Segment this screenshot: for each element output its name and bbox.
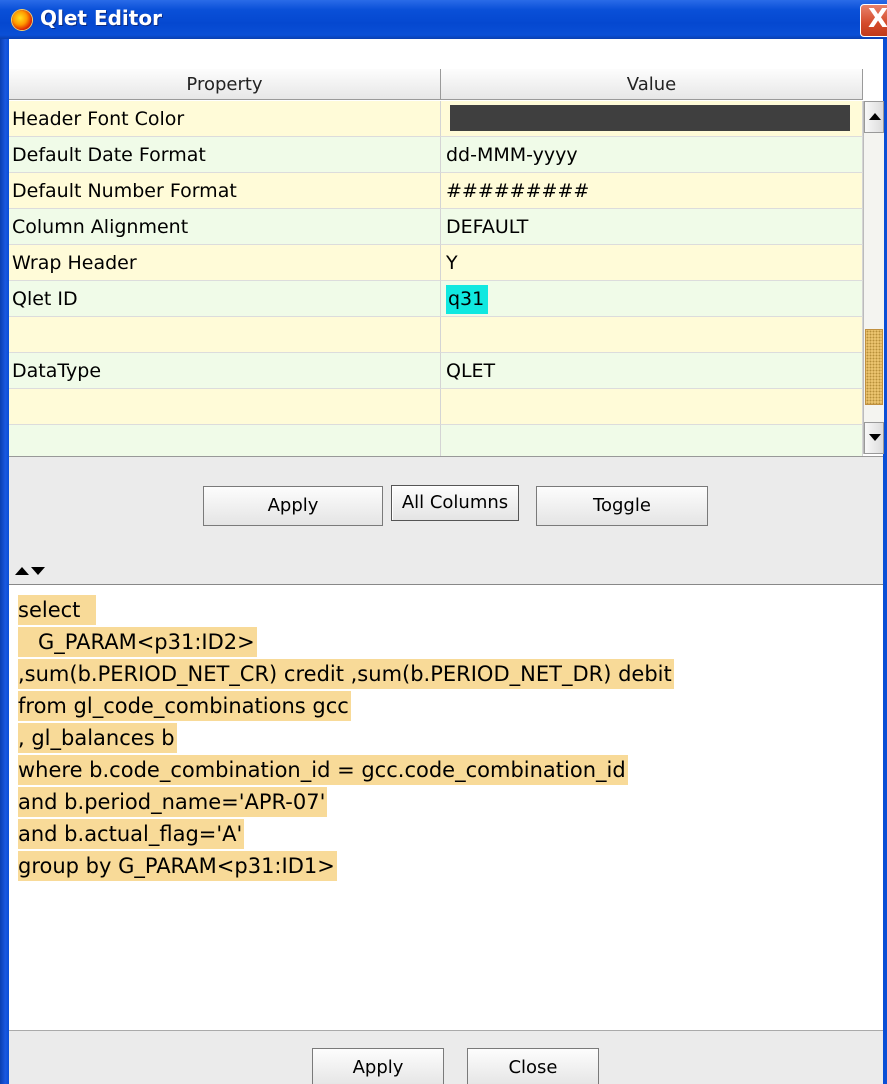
table-row[interactable] [9, 317, 863, 353]
toggle-button[interactable]: Toggle [536, 486, 708, 526]
property-name: Header Font Color [9, 101, 441, 137]
property-value[interactable]: DEFAULT [441, 209, 863, 245]
window-frame-left [0, 39, 9, 1084]
qlet-editor-window: Qlet Editor X Property Value Header Font… [0, 0, 887, 1084]
scroll-thumb[interactable] [865, 329, 883, 405]
table-row[interactable]: Wrap Header Y [9, 245, 863, 281]
property-name: Qlet ID [9, 281, 441, 317]
sql-line: and b.actual_flag='A' [18, 819, 245, 849]
table-row[interactable]: Default Number Format ######### [9, 173, 863, 209]
table-row[interactable] [9, 389, 863, 425]
column-header-property[interactable]: Property [9, 69, 441, 100]
arrow-down-icon [869, 434, 881, 441]
split-pane-divider[interactable] [9, 562, 883, 584]
property-value[interactable]: dd-MMM-yyyy [441, 137, 863, 173]
footer-button-panel: Apply Close [9, 1030, 883, 1084]
expand-down-icon[interactable] [31, 567, 45, 575]
sql-line: ,sum(b.PERIOD_NET_CR) credit ,sum(b.PERI… [18, 659, 674, 689]
table-button-panel: Apply All Columns Toggle [9, 456, 883, 564]
arrow-up-icon [869, 113, 881, 120]
all-columns-button[interactable]: All Columns [391, 485, 519, 521]
property-name [9, 389, 441, 425]
table-row[interactable]: Column Alignment DEFAULT [9, 209, 863, 245]
sql-editor[interactable]: select G_PARAM<p31:ID2> ,sum(b.PERIOD_NE… [9, 584, 883, 1031]
property-name: Default Date Format [9, 137, 441, 173]
property-value-qlet-id[interactable]: q31 [441, 281, 863, 317]
property-name: Column Alignment [9, 209, 441, 245]
app-icon [12, 10, 32, 30]
sql-line: , gl_balances b [18, 723, 177, 753]
table-row[interactable]: DataType QLET [9, 353, 863, 389]
sql-line: from gl_code_combinations gcc [18, 691, 351, 721]
expand-up-icon[interactable] [15, 567, 29, 575]
color-swatch[interactable] [450, 105, 850, 131]
footer-apply-button[interactable]: Apply [312, 1048, 444, 1084]
table-row[interactable]: Header Font Color [9, 101, 863, 137]
scroll-up-button[interactable] [864, 101, 884, 133]
close-window-button[interactable]: X [860, 4, 887, 37]
property-value[interactable] [441, 317, 863, 353]
table-row[interactable]: Default Date Format dd-MMM-yyyy [9, 137, 863, 173]
property-value-color[interactable] [441, 101, 863, 137]
property-name [9, 317, 441, 353]
property-value[interactable]: ######### [441, 173, 863, 209]
sql-line: where b.code_combination_id = gcc.code_c… [18, 755, 628, 785]
sql-line: and b.period_name='APR-07' [18, 787, 328, 817]
sql-line: select [18, 595, 96, 625]
sql-line: group by G_PARAM<p31:ID1> [18, 851, 337, 881]
apply-button[interactable]: Apply [203, 486, 383, 526]
sql-line: G_PARAM<p31:ID2> [18, 627, 257, 657]
table-header: Property Value [9, 69, 863, 101]
qlet-id-value[interactable]: q31 [446, 285, 489, 314]
close-button[interactable]: Close [467, 1048, 599, 1084]
column-header-value[interactable]: Value [441, 69, 863, 100]
title-bar[interactable]: Qlet Editor X [0, 0, 887, 39]
property-rows: Header Font Color Default Date Format dd… [9, 101, 863, 497]
property-value[interactable]: Y [441, 245, 863, 281]
window-title: Qlet Editor [40, 6, 162, 30]
property-name: Default Number Format [9, 173, 441, 209]
property-name: DataType [9, 353, 441, 389]
table-scrollbar[interactable] [863, 101, 884, 454]
property-value[interactable]: QLET [441, 353, 863, 389]
close-icon: X [868, 4, 887, 34]
property-value[interactable] [441, 389, 863, 425]
scroll-down-button[interactable] [864, 422, 884, 454]
property-name: Wrap Header [9, 245, 441, 281]
table-row[interactable]: Qlet ID q31 [9, 281, 863, 317]
